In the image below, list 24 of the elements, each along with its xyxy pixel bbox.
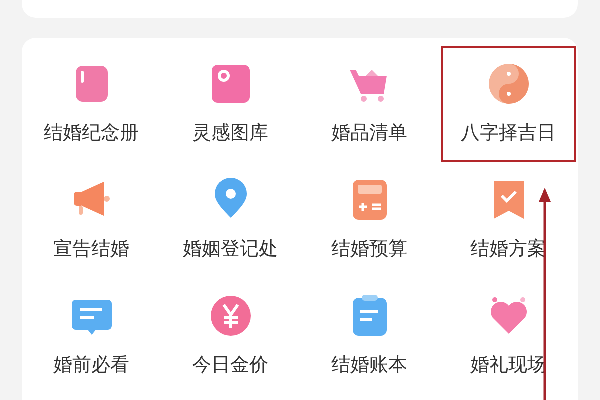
item-label: 灵感图库 [192, 121, 268, 146]
grid-item[interactable]: 宣告结婚 [24, 162, 159, 278]
grid-item[interactable]: 结婚纪念册 [24, 46, 159, 162]
item-label: 宣告结婚 [54, 237, 130, 262]
grid-item[interactable]: 结婚方案 [441, 162, 576, 278]
grid-item[interactable]: 婚前必看 [24, 278, 159, 394]
item-label: 八字择吉日 [461, 121, 556, 146]
yin-yang-icon [486, 62, 530, 106]
grid-item[interactable]: 婚姻登记处 [163, 162, 298, 278]
yen-coin-icon [208, 294, 252, 338]
grid-item[interactable]: 灵感图库 [163, 46, 298, 162]
highlight-frame[interactable]: 八字择吉日 [441, 46, 576, 162]
item-label: 结婚纪念册 [44, 121, 139, 146]
grid-item[interactable]: 结婚账本 [302, 278, 437, 394]
grid-item[interactable]: 结婚预算 [302, 162, 437, 278]
grid-item[interactable]: 婚品清单 [302, 46, 437, 162]
item-label: 结婚账本 [332, 353, 408, 378]
item-label: 婚品清单 [332, 121, 408, 146]
item-label: 结婚方案 [470, 237, 546, 262]
grid-item[interactable]: 今日金价 [163, 278, 298, 394]
item-label: 婚前必看 [54, 353, 130, 378]
item-label: 婚姻登记处 [183, 237, 278, 262]
item-label: 今日金价 [192, 353, 268, 378]
item-label: 结婚预算 [332, 237, 408, 262]
